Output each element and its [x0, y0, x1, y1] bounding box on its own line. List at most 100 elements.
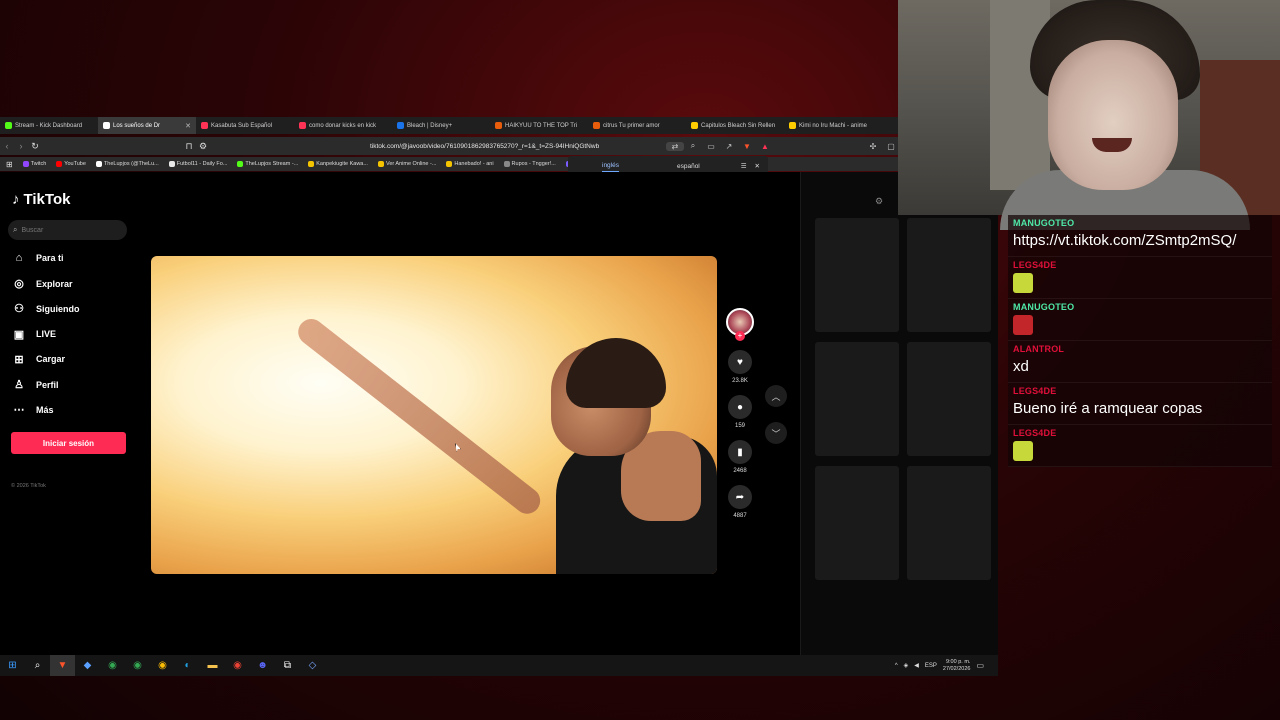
- nav-item[interactable]: ◎ Explorar: [12, 277, 72, 290]
- bookmark-icon[interactable]: ⊓: [182, 141, 196, 152]
- video-player[interactable]: [151, 256, 717, 574]
- bookmark-icon[interactable]: ▮: [728, 440, 752, 464]
- edge-icon[interactable]: ◐: [175, 655, 200, 676]
- bookmark-item[interactable]: TheLupjos Stream -...: [237, 161, 298, 167]
- video-thumbnail[interactable]: [815, 218, 899, 332]
- chat-username[interactable]: MANUGOTEO: [1013, 218, 1267, 228]
- settings-icon[interactable]: ⚙: [875, 196, 883, 207]
- translate-source-lang[interactable]: inglés: [602, 160, 619, 173]
- share-icon[interactable]: ↗: [720, 142, 738, 151]
- bookmark-favicon-icon: [377, 161, 384, 167]
- browser-tab[interactable]: Los sueños de Dr ✕: [98, 117, 196, 134]
- copilot-icon[interactable]: ◆: [75, 655, 100, 676]
- nav-label: Más: [36, 404, 54, 415]
- windows-icon[interactable]: ⊞: [0, 655, 25, 676]
- chat-username[interactable]: MANUGOTEO: [1013, 302, 1267, 312]
- bookmark-item[interactable]: Rupos - Tngger!...: [503, 161, 556, 167]
- tab-label: HAIKYUU TO THE TOP Tri: [505, 122, 578, 129]
- cast-icon[interactable]: ▭: [702, 142, 720, 151]
- zoom-icon[interactable]: ⌕: [684, 141, 702, 151]
- rewards-icon[interactable]: ▲: [756, 142, 774, 151]
- chat-username[interactable]: ALANTROL: [1013, 344, 1267, 354]
- heart-icon[interactable]: ♥: [728, 350, 752, 374]
- video-thumbnail[interactable]: [907, 466, 991, 580]
- site-info-icon[interactable]: ⚙: [196, 141, 210, 152]
- share-action[interactable]: ➦ 4887: [726, 485, 754, 519]
- apps-grid-icon[interactable]: ⊞: [6, 160, 13, 169]
- search-box[interactable]: ⌕: [8, 220, 127, 240]
- discord-icon[interactable]: ☻: [250, 655, 275, 676]
- tiktok-logo[interactable]: ♪ TikTok: [12, 191, 70, 208]
- browser-tab[interactable]: como donar kicks en kick: [294, 117, 392, 134]
- browser-tab[interactable]: Kimi no Iru Machi - anime: [784, 117, 882, 134]
- browser-tab[interactable]: citrus Tu primer amor: [588, 117, 686, 134]
- back-icon[interactable]: ‹: [0, 141, 14, 151]
- video-thumbnail[interactable]: [907, 342, 991, 456]
- video-thumbnail[interactable]: [815, 342, 899, 456]
- follow-plus-icon[interactable]: +: [735, 331, 745, 341]
- chrome-icon[interactable]: ◉: [225, 655, 250, 676]
- forward-icon[interactable]: ›: [14, 141, 28, 151]
- nav-item[interactable]: ⌂ Para ti: [12, 252, 64, 264]
- chevron-up-icon[interactable]: ^: [895, 663, 898, 669]
- nav-item[interactable]: ⚇ Siguiendo: [12, 302, 79, 315]
- browser-tab[interactable]: Capitulos Bleach Sin Rellen: [686, 117, 784, 134]
- comment-icon[interactable]: ●: [728, 395, 752, 419]
- chrome-icon[interactable]: ◉: [150, 655, 175, 676]
- chat-username[interactable]: LEGS4DE: [1013, 386, 1267, 396]
- save-action[interactable]: ▮ 2468: [726, 440, 754, 474]
- notification-icon[interactable]: ▭: [976, 661, 984, 670]
- video-thumbnail[interactable]: [815, 466, 899, 580]
- chevron-up-icon[interactable]: ︿: [765, 385, 787, 407]
- translate-target-lang[interactable]: español: [677, 163, 700, 170]
- chrome-icon[interactable]: ◉: [125, 655, 150, 676]
- login-button[interactable]: Iniciar sesión: [11, 432, 126, 454]
- volume-icon[interactable]: ◀: [914, 662, 919, 669]
- chat-username[interactable]: LEGS4DE: [1013, 428, 1267, 438]
- brave-shield-icon[interactable]: ▼: [738, 142, 756, 151]
- nav-item[interactable]: ⊞ Cargar: [12, 353, 65, 366]
- share-arrow-icon[interactable]: ➦: [728, 485, 752, 509]
- chevron-down-icon[interactable]: ﹀: [765, 422, 787, 444]
- nav-item[interactable]: ▣ LIVE: [12, 328, 56, 341]
- bookmark-item[interactable]: Twitch: [22, 161, 46, 167]
- language-indicator[interactable]: ESP: [925, 663, 937, 669]
- capcut-icon[interactable]: ⧉: [275, 655, 300, 676]
- folder-icon[interactable]: ▬: [200, 655, 225, 676]
- network-icon[interactable]: ◈: [904, 662, 909, 669]
- bookmark-item[interactable]: Kanpekiugite Kawa...: [308, 161, 368, 167]
- bookmark-item[interactable]: Hanebado! - ani: [446, 161, 494, 167]
- bookmark-item[interactable]: Futbol11 - Daily Fo...: [168, 161, 227, 167]
- bookmark-item[interactable]: TheLupjos (@TheLu...: [95, 161, 159, 167]
- browser-tab[interactable]: Bleach | Disney+: [392, 117, 490, 134]
- app-icon[interactable]: ◇: [300, 655, 325, 676]
- search-icon[interactable]: ⌕: [25, 655, 50, 676]
- browser-tab[interactable]: HAIKYUU TO THE TOP Tri: [490, 117, 588, 134]
- comment-action[interactable]: ● 159: [726, 395, 754, 429]
- chat-username[interactable]: LEGS4DE: [1013, 260, 1267, 270]
- chat-message: MANUGOTEO: [1008, 299, 1272, 341]
- like-action[interactable]: ♥ 23.8K: [726, 350, 754, 384]
- bookmark-label: TheLupjos (@TheLu...: [103, 161, 159, 167]
- nav-item[interactable]: ⋯ Más: [12, 403, 54, 416]
- close-icon[interactable]: ✕: [755, 162, 760, 170]
- reload-icon[interactable]: ↻: [28, 141, 42, 152]
- browser-tab[interactable]: Kasabuta Sub Español: [196, 117, 294, 134]
- browser-tab[interactable]: Stream - Kick Dashboard: [0, 117, 98, 134]
- brave-icon[interactable]: ▼: [50, 655, 75, 676]
- save-count: 2468: [733, 468, 747, 474]
- video-thumbnail[interactable]: [907, 218, 991, 332]
- address-bar[interactable]: tiktok.com/@javoob/video/761090186298376…: [370, 143, 666, 150]
- clock[interactable]: 9:00 p. m. 27/02/2026: [943, 659, 971, 673]
- nav-item[interactable]: ♙ Perfil: [12, 378, 58, 391]
- chrome-icon[interactable]: ◉: [100, 655, 125, 676]
- chat-emote-icon: [1013, 273, 1033, 293]
- close-tab-icon[interactable]: ✕: [185, 122, 191, 130]
- bookmark-item[interactable]: YouTube: [56, 161, 86, 167]
- translate-icon[interactable]: ⇄: [666, 141, 684, 151]
- menu-icon[interactable]: ☰: [741, 162, 747, 170]
- extensions-icon[interactable]: ✣: [864, 142, 882, 151]
- tiktok-logo-text: TikTok: [23, 191, 71, 208]
- bookmark-item[interactable]: Ver Anime Online -...: [377, 161, 436, 167]
- search-input[interactable]: [21, 226, 112, 234]
